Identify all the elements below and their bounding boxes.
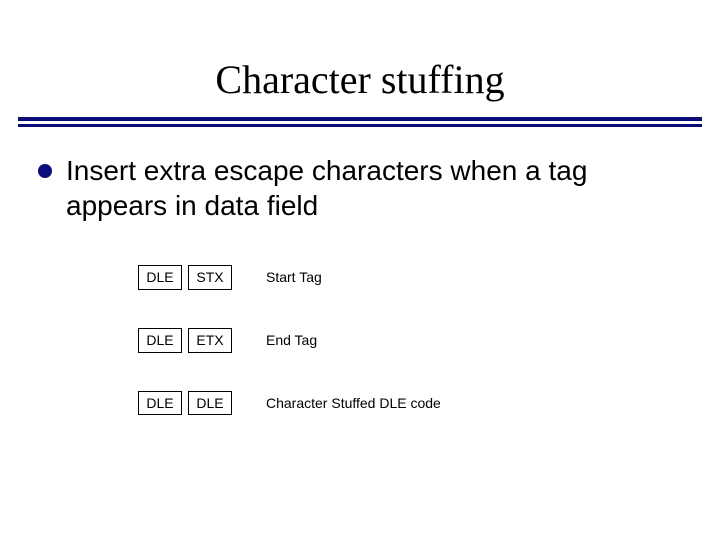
slide: Character stuffing Insert extra escape c… (0, 0, 720, 540)
legend-row: DLE DLE Character Stuffed DLE code (138, 391, 682, 416)
code-box: DLE (138, 328, 182, 353)
legend-label: End Tag (266, 332, 317, 348)
code-box: DLE (188, 391, 232, 416)
legend-label: Start Tag (266, 269, 322, 285)
legend-row: DLE STX Start Tag (138, 265, 682, 290)
bullet-item: Insert extra escape characters when a ta… (38, 153, 682, 223)
legend: DLE STX Start Tag DLE ETX End Tag DLE DL… (138, 265, 682, 415)
page-title: Character stuffing (0, 0, 720, 111)
code-box: DLE (138, 265, 182, 290)
title-rule (18, 117, 702, 127)
slide-body: Insert extra escape characters when a ta… (0, 149, 720, 415)
legend-label: Character Stuffed DLE code (266, 395, 441, 411)
code-box: DLE (138, 391, 182, 416)
bullet-icon (38, 164, 52, 178)
code-box: STX (188, 265, 232, 290)
code-box: ETX (188, 328, 232, 353)
legend-row: DLE ETX End Tag (138, 328, 682, 353)
bullet-text: Insert extra escape characters when a ta… (66, 153, 682, 223)
